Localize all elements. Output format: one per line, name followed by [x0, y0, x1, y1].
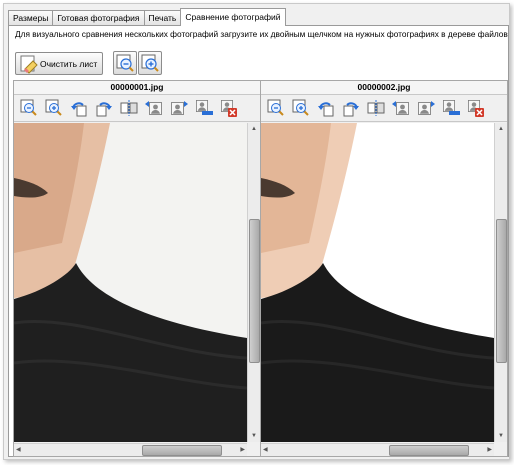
pane-2-rotate-left-button[interactable] [315, 97, 337, 119]
pane-2-remove-button[interactable] [440, 97, 462, 119]
tab-print[interactable]: Печать [143, 10, 182, 25]
remove-icon [196, 100, 213, 115]
compare-panel: Для визуального сравнения нескольких фот… [8, 25, 509, 457]
pane-2-filename: 00000002.jpg [261, 81, 507, 95]
tab-sizes[interactable]: Размеры [8, 10, 54, 25]
photo-1-image[interactable] [14, 123, 247, 442]
instruction-text: Для визуального сравнения нескольких фот… [15, 29, 508, 39]
rotate-right-icon [343, 102, 359, 117]
pane-1-mirror-button[interactable] [118, 97, 140, 119]
delete-icon [468, 100, 484, 117]
scroll-up-icon[interactable]: ▲ [498, 125, 504, 133]
zoom-out-all-icon [116, 54, 134, 72]
app-frame: Размеры Готовая фотография Печать Сравне… [3, 3, 510, 460]
scroll-right-icon[interactable]: ▶ [487, 446, 492, 454]
pane-1-move-right-button[interactable] [168, 97, 190, 119]
tab-compare-photos[interactable]: Сравнение фотографий [180, 8, 286, 26]
pane-1-vertical-scroll-thumb[interactable] [249, 219, 260, 363]
zoom-out-all-button[interactable] [113, 51, 137, 75]
pane-2-vertical-scrollbar[interactable]: ▲ ▼ [494, 123, 507, 442]
pane-2-rotate-right-button[interactable] [340, 97, 362, 119]
pane-2-toolbar [261, 95, 507, 122]
pane-2-move-right-button[interactable] [415, 97, 437, 119]
clear-sheet-label: Очистить лист [40, 58, 98, 69]
pane-2-move-left-button[interactable] [390, 97, 412, 119]
zoom-out-icon [267, 99, 284, 116]
photo-2-image[interactable] [261, 123, 494, 442]
portrait-photo-1 [14, 123, 247, 442]
pane-1-delete-button[interactable] [218, 97, 240, 119]
pane-2-vertical-scroll-thumb[interactable] [496, 219, 507, 363]
zoom-in-all-button[interactable] [138, 51, 162, 75]
pane-2-delete-button[interactable] [465, 97, 487, 119]
move-right-icon [171, 101, 188, 115]
photo-pane-2: 00000002.jpg ▲ ▼ ◀ ▶ [260, 80, 508, 457]
scroll-left-icon[interactable]: ◀ [16, 446, 21, 454]
pane-1-zoom-in-button[interactable] [43, 97, 65, 119]
pane-1-horizontal-scrollbar[interactable]: ◀ ▶ [14, 443, 247, 456]
tab-ready-photo[interactable]: Готовая фотография [52, 10, 145, 25]
zoom-in-icon [292, 99, 309, 116]
pane-1-zoom-out-button[interactable] [18, 97, 40, 119]
photo-pane-1: 00000001.jpg ▲ ▼ ◀ ▶ [13, 80, 261, 457]
scroll-left-icon[interactable]: ◀ [263, 446, 268, 454]
pane-1-filename: 00000001.jpg [14, 81, 260, 95]
zoom-in-icon [45, 99, 62, 116]
pane-1-vertical-scrollbar[interactable]: ▲ ▼ [247, 123, 260, 442]
tab-bar: Размеры Готовая фотография Печать Сравне… [8, 8, 286, 26]
rotate-right-icon [96, 102, 112, 117]
scroll-right-icon[interactable]: ▶ [240, 446, 245, 454]
scroll-up-icon[interactable]: ▲ [251, 125, 257, 133]
delete-icon [221, 100, 237, 117]
scroll-down-icon[interactable]: ▼ [251, 432, 257, 440]
pane-1-move-left-button[interactable] [143, 97, 165, 119]
remove-icon [443, 100, 460, 115]
zoom-in-all-icon [141, 54, 159, 72]
pane-2-mirror-button[interactable] [365, 97, 387, 119]
move-left-icon [145, 101, 162, 115]
move-right-icon [418, 101, 435, 115]
pane-2-zoom-in-button[interactable] [290, 97, 312, 119]
clear-sheet-button[interactable]: Очистить лист [15, 52, 103, 75]
pane-1-rotate-left-button[interactable] [68, 97, 90, 119]
pane-2-horizontal-scroll-thumb[interactable] [389, 445, 469, 456]
pane-1-horizontal-scroll-thumb[interactable] [142, 445, 222, 456]
pane-1-toolbar [14, 95, 260, 122]
pane-1-remove-button[interactable] [193, 97, 215, 119]
eraser-icon [20, 55, 38, 74]
mirror-icon [120, 100, 138, 116]
portrait-photo-2 [261, 123, 494, 442]
move-left-icon [392, 101, 409, 115]
scroll-down-icon[interactable]: ▼ [498, 432, 504, 440]
rotate-left-icon [71, 102, 87, 117]
rotate-left-icon [318, 102, 334, 117]
pane-1-rotate-right-button[interactable] [93, 97, 115, 119]
mirror-icon [367, 100, 385, 116]
zoom-out-icon [20, 99, 37, 116]
pane-2-horizontal-scrollbar[interactable]: ◀ ▶ [261, 443, 494, 456]
pane-2-zoom-out-button[interactable] [265, 97, 287, 119]
